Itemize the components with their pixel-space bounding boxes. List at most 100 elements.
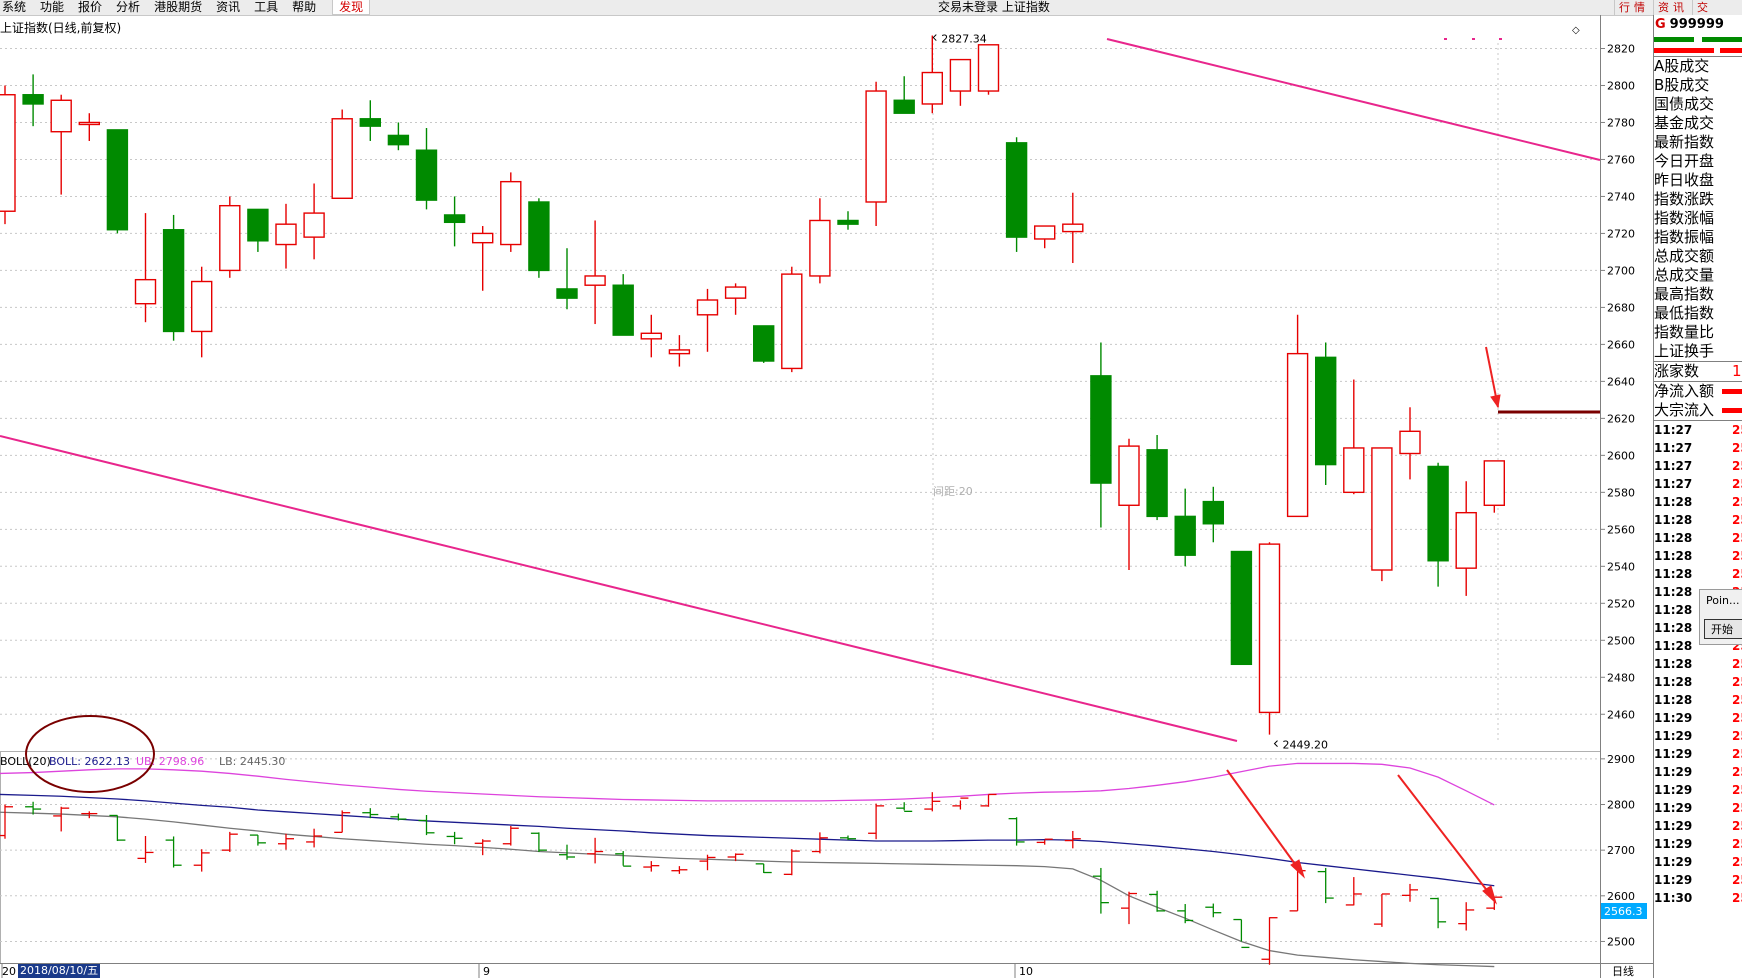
y-tick-label: 2600: [1607, 449, 1635, 462]
quote-bar-green: [1654, 34, 1742, 45]
y-tick-label: 2660: [1607, 338, 1635, 351]
menu-item-6[interactable]: 工具: [254, 0, 290, 15]
y-tick-label: 2800: [1607, 79, 1635, 92]
quote-label-13: 最低指数: [1654, 304, 1715, 322]
y-tick-label: 2780: [1607, 116, 1635, 129]
candle-up: [584, 275, 606, 286]
candle-up: [50, 99, 72, 133]
tick-row: 11:2825: [1654, 657, 1742, 671]
current-value-label: 2566.3: [1604, 905, 1643, 918]
quote-header: G 999999: [1654, 15, 1742, 34]
candle-up: [134, 278, 157, 305]
candle-up: [472, 232, 494, 244]
candle-down: [1314, 356, 1337, 466]
candle-down: [22, 94, 44, 105]
menu-item-5[interactable]: 资讯: [216, 0, 252, 15]
flow-row-1: 大宗流入: [1654, 401, 1742, 420]
tick-row: 11:2725: [1654, 441, 1742, 455]
boll-legend-mid: BOLL: 2622.13: [49, 755, 130, 768]
quote-label-6: 昨日收盘: [1654, 171, 1715, 189]
tick-row: 11:2725: [1654, 477, 1742, 491]
y-tick-label: 2680: [1607, 301, 1635, 314]
boll-y-tick-label: 2800: [1607, 799, 1635, 812]
menu-item-2[interactable]: 报价: [78, 0, 114, 15]
candle-down: [1005, 142, 1028, 238]
candle-up: [977, 44, 1000, 92]
y-tick-label: 2500: [1607, 634, 1635, 647]
candle-down: [1174, 515, 1196, 556]
candle-up: [724, 286, 747, 299]
candle-up: [190, 280, 213, 333]
flow-bar: [1722, 408, 1742, 413]
candle-down: [837, 219, 859, 225]
tick-row: 11:2825: [1654, 531, 1742, 545]
quote-label-8: 指数涨幅: [1654, 209, 1715, 227]
candle-down: [359, 118, 381, 127]
kline-chart[interactable]: 2460 2480 2500 2520 2540 2560 2580 2600 2620 2640…: [0, 15, 1653, 978]
right-tab-1[interactable]: 资讯: [1653, 0, 1692, 15]
candle-up: [1258, 543, 1281, 714]
tick-row: 11:2825: [1654, 693, 1742, 707]
point-popup[interactable]: Poin... 开始: [1699, 589, 1742, 645]
candle-up: [640, 332, 662, 340]
menu-item-0[interactable]: 系统: [2, 0, 38, 15]
boll-legend-ub: UB: 2798.96: [136, 755, 204, 768]
candle-up: [1343, 447, 1365, 494]
right-tab-2[interactable]: 交: [1692, 0, 1716, 15]
candle-up: [78, 121, 101, 126]
boll-lower-line: [0, 811, 1495, 968]
start-button[interactable]: 开始: [1704, 619, 1742, 639]
quote-label-7: 指数涨跌: [1654, 190, 1715, 208]
candle-down: [528, 201, 550, 272]
tick-row: 11:2725: [1654, 459, 1742, 473]
menu-item-7[interactable]: 帮助: [292, 0, 328, 15]
tick-row: 11:2825: [1654, 549, 1742, 563]
candle-up: [500, 180, 522, 246]
diamond-icon: ◇: [1572, 25, 1580, 36]
x-month-label: 20: [2, 965, 16, 978]
menu-item-3[interactable]: 分析: [116, 0, 152, 15]
right-tab-0[interactable]: 行情: [1614, 0, 1653, 15]
tick-list[interactable]: 11:2725 11:2725 11:2725 11:2725 11:2825 11:28…: [1654, 420, 1742, 907]
y-tick-label: 2720: [1607, 227, 1635, 240]
boll-y-tick-label: 2700: [1607, 844, 1635, 857]
quote-label-12: 最高指数: [1654, 285, 1715, 303]
y-tick-label: 2580: [1607, 486, 1635, 499]
menu-items: 系统 功能 报价 分析 港股期货 资讯 工具 帮助 发现: [0, 0, 371, 15]
tick-row: 11:2925: [1654, 747, 1742, 761]
menu-item-8[interactable]: 发现: [332, 0, 371, 15]
y-tick-label: 2620: [1607, 412, 1635, 425]
candle-down: [387, 134, 410, 146]
tick-row: 11:2925: [1654, 819, 1742, 833]
boll-pane-border: [0, 751, 1601, 964]
tick-row: 11:2925: [1654, 873, 1742, 887]
candle-down: [556, 288, 578, 299]
quote-bar-red: [1654, 45, 1742, 56]
tick-row: 11:2825: [1654, 513, 1742, 527]
quote-label-14: 指数量比: [1654, 323, 1715, 341]
right-tabs: 行情 资讯交: [1614, 0, 1716, 15]
boll-mid-line: [0, 793, 1495, 887]
quote-label-2: 国债成交: [1654, 95, 1715, 113]
quote-label-4: 最新指数: [1654, 133, 1715, 151]
flow-rows: 净流入额 大宗流入: [1654, 381, 1742, 420]
tick-row: 11:2925: [1654, 711, 1742, 725]
candle-up: [1286, 352, 1309, 518]
candle-up: [1455, 511, 1477, 569]
candle-up: [781, 273, 803, 370]
candle-down: [753, 325, 775, 362]
boll-y-tick-label: 2500: [1607, 935, 1635, 948]
boll-upper-line: [0, 762, 1495, 806]
exchange-icon: G: [1655, 17, 1666, 32]
up-count-value: 1: [1732, 362, 1742, 380]
arrow-boll-1: [1226, 769, 1301, 872]
low-label: 2449.20: [1283, 739, 1329, 752]
candle-up: [809, 219, 831, 277]
y-tick-label: 2540: [1607, 560, 1635, 573]
menu-item-1[interactable]: 功能: [40, 0, 76, 15]
y-tick-label: 2760: [1607, 153, 1635, 166]
high-label: 2827.34: [941, 33, 987, 46]
tick-row: 11:2725: [1654, 423, 1742, 437]
candle-down: [247, 208, 269, 242]
menu-item-4[interactable]: 港股期货: [154, 0, 214, 15]
